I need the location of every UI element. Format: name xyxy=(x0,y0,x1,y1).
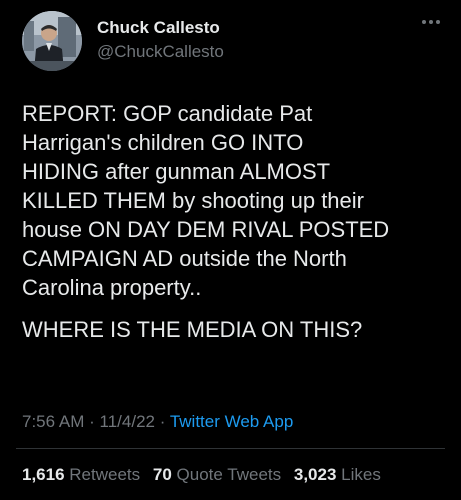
meta-separator: · xyxy=(159,412,166,431)
tweet-metadata: 7:56 AM · 11/4/22 · Twitter Web App xyxy=(22,412,293,432)
more-horizontal-icon xyxy=(422,20,440,24)
author-handle[interactable]: @ChuckCallesto xyxy=(97,42,224,62)
retweets-stat[interactable]: 1,616 Retweets xyxy=(22,465,145,484)
avatar[interactable] xyxy=(22,11,82,71)
likes-count: 3,023 xyxy=(293,465,337,484)
tweet-source-link[interactable]: Twitter Web App xyxy=(170,412,293,431)
quote-tweets-label: Quote Tweets xyxy=(176,465,282,484)
tweet-card: Chuck Callesto @ChuckCallesto REPORT: GO… xyxy=(0,0,461,500)
quote-tweets-stat[interactable]: 70 Quote Tweets xyxy=(153,465,286,484)
tweet-time[interactable]: 7:56 AM xyxy=(22,412,84,431)
likes-stat[interactable]: 3,023 Likes xyxy=(294,465,381,484)
likes-label: Likes xyxy=(341,465,381,484)
quote-tweets-count: 70 xyxy=(152,465,172,484)
tweet-paragraph: WHERE IS THE MEDIA ON THIS? xyxy=(22,317,363,342)
author-name[interactable]: Chuck Callesto xyxy=(97,18,220,38)
meta-separator: · xyxy=(89,412,95,431)
tweet-paragraph: REPORT: GOP candidate Pat Harrigan's chi… xyxy=(22,101,390,300)
tweet-text: REPORT: GOP candidate Pat Harrigan's chi… xyxy=(22,99,450,344)
retweets-label: Retweets xyxy=(69,465,141,484)
more-options-button[interactable] xyxy=(419,18,443,34)
engagement-stats: 1,616 Retweets 70 Quote Tweets 3,023 Lik… xyxy=(22,465,389,485)
divider xyxy=(16,448,445,449)
retweets-count: 1,616 xyxy=(22,465,65,484)
tweet-date[interactable]: 11/4/22 xyxy=(100,412,155,431)
avatar-photo xyxy=(22,11,82,71)
